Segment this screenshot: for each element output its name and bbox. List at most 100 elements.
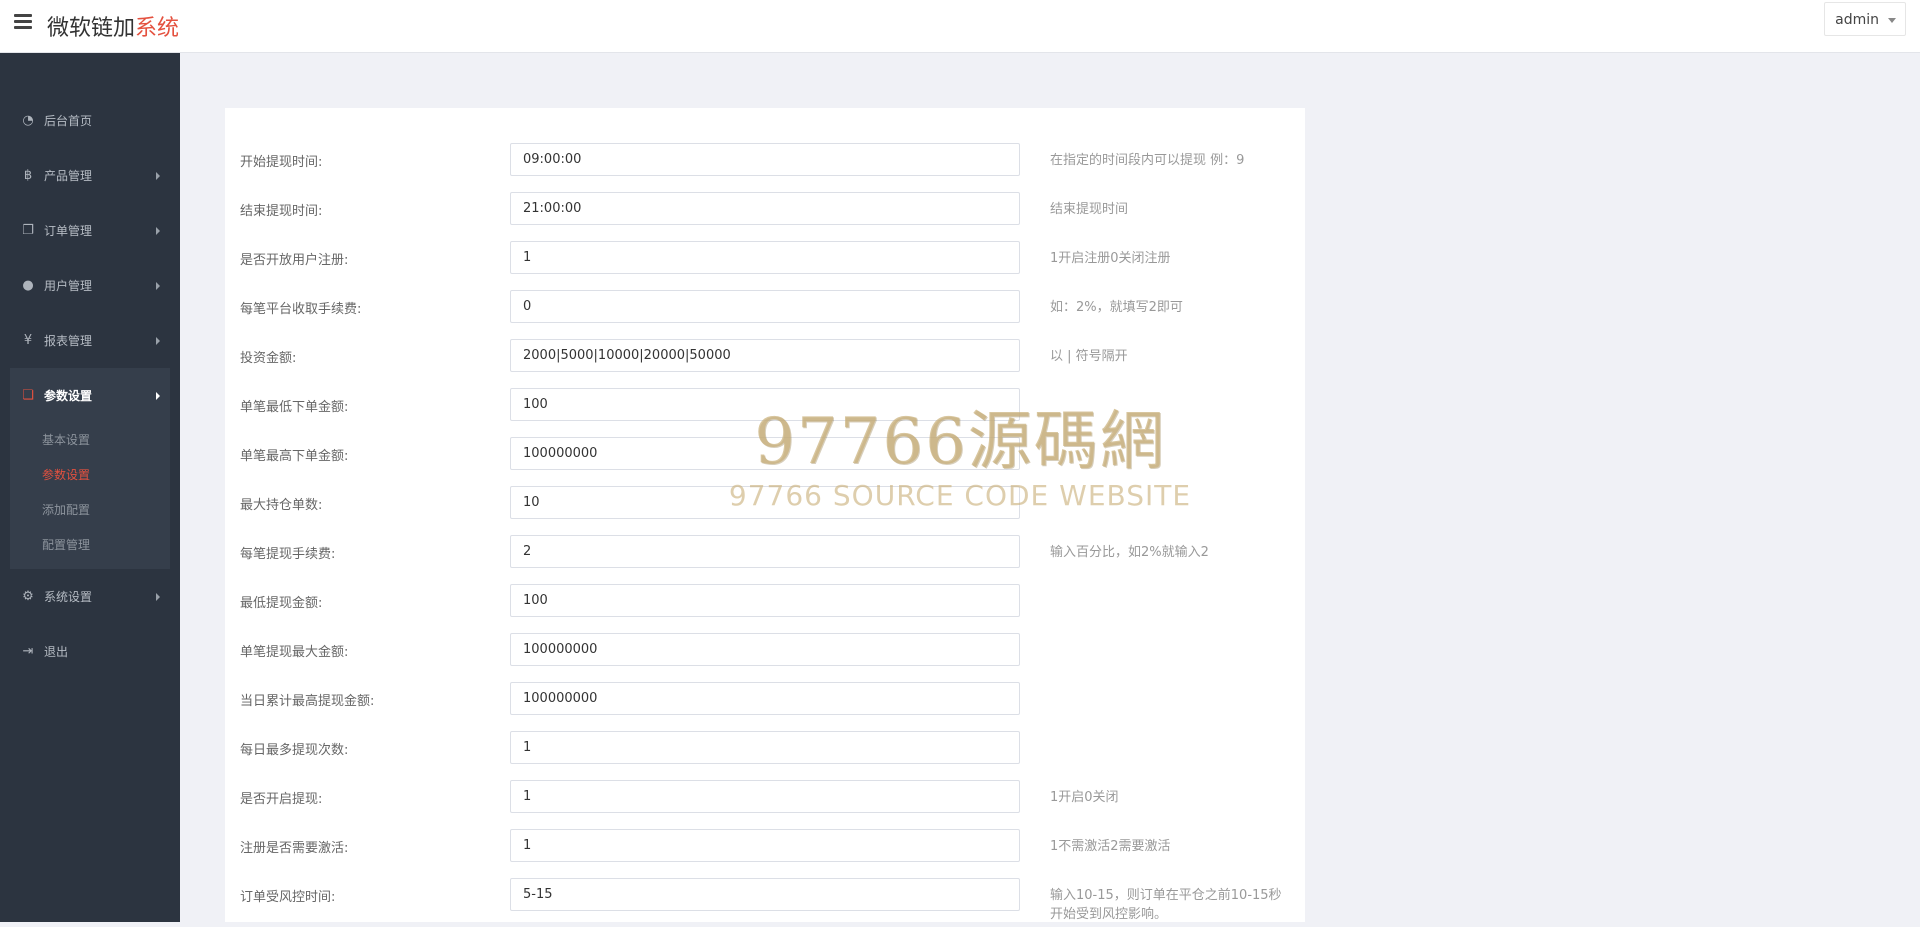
field-label: 最大持仓单数: <box>240 498 323 513</box>
sidebar-item-products[interactable]: ฿ 产品管理 <box>0 148 180 203</box>
field-label: 结束提现时间: <box>240 204 323 219</box>
form-row-daily-withdraw-count: 每日最多提现次数: <box>225 731 1305 780</box>
form-row-platform-fee: 每笔平台收取手续费: 如：2%，就填写2即可 <box>225 290 1305 339</box>
field-hint: 1不需激活2需要激活 <box>1050 839 1171 854</box>
caret-down-icon <box>1888 18 1896 23</box>
register-activation-input[interactable] <box>510 829 1020 862</box>
caret-right-icon <box>156 172 160 180</box>
caret-right-icon <box>156 593 160 601</box>
user-dropdown[interactable]: admin <box>1824 2 1906 36</box>
form-row-withdraw-start: 开始提现时间: 在指定的时间段内可以提现 例：9 <box>225 143 1305 192</box>
field-label: 是否开放用户注册: <box>240 253 349 268</box>
sidebar-item-orders[interactable]: ❐ 订单管理 <box>0 203 180 258</box>
caret-right-icon <box>156 392 160 400</box>
sidebar-item-label: 用户管理 <box>44 279 93 293</box>
submenu-add-config[interactable]: 添加配置 <box>10 493 170 528</box>
withdraw-start-time-input[interactable] <box>510 143 1020 176</box>
dashboard-icon: ◔ <box>22 113 34 128</box>
sidebar-item-label: 退出 <box>44 645 69 659</box>
settings-form-panel: 开始提现时间: 在指定的时间段内可以提现 例：9 结束提现时间: 结束提现时间 … <box>225 108 1305 922</box>
sidebar-item-logout[interactable]: ⇥ 退出 <box>0 624 180 679</box>
sidebar-group-params: ❏ 参数设置 基本设置 参数设置 添加配置 配置管理 <box>10 368 170 569</box>
field-label: 每笔平台收取手续费: <box>240 302 362 317</box>
enable-withdraw-input[interactable] <box>510 780 1020 813</box>
form-row-daily-max-withdraw: 当日累计最高提现金额: <box>225 682 1305 731</box>
withdraw-end-time-input[interactable] <box>510 192 1020 225</box>
sidebar-item-label: 系统设置 <box>44 590 93 604</box>
max-positions-input[interactable] <box>510 486 1020 519</box>
submenu-config-manage[interactable]: 配置管理 <box>10 528 170 563</box>
max-withdraw-input[interactable] <box>510 633 1020 666</box>
risk-control-time-input[interactable] <box>510 878 1020 911</box>
field-hint: 结束提现时间 <box>1050 202 1129 217</box>
field-hint: 在指定的时间段内可以提现 例：9 <box>1050 153 1245 168</box>
field-label: 单笔提现最大金额: <box>240 645 349 660</box>
field-label: 注册是否需要激活: <box>240 841 349 856</box>
user-name: admin <box>1835 12 1879 28</box>
form-row-min-withdraw: 最低提现金额: <box>225 584 1305 633</box>
form-row-invest-amount: 投资金额: 以 | 符号隔开 <box>225 339 1305 388</box>
sidebar-item-dashboard[interactable]: ◔ 后台首页 <box>0 93 180 148</box>
sidebar-item-label: 订单管理 <box>44 224 93 238</box>
form-row-min-order: 单笔最低下单金额: <box>225 388 1305 437</box>
form-row-max-order: 单笔最高下单金额: <box>225 437 1305 486</box>
field-label: 单笔最高下单金额: <box>240 449 349 464</box>
field-label: 开始提现时间: <box>240 155 323 170</box>
gears-icon: ⚙ <box>22 589 34 604</box>
field-label: 单笔最低下单金额: <box>240 400 349 415</box>
caret-right-icon <box>156 227 160 235</box>
field-label: 当日累计最高提现金额: <box>240 694 375 709</box>
sign-out-icon: ⇥ <box>22 644 34 659</box>
form-row-withdraw-end: 结束提现时间: 结束提现时间 <box>225 192 1305 241</box>
field-label: 每日最多提现次数: <box>240 743 349 758</box>
sidebar: ◔ 后台首页 ฿ 产品管理 ❐ 订单管理 ● 用户管理 ¥ 报表管理 ❏ 参数设… <box>0 53 180 922</box>
open-register-input[interactable] <box>510 241 1020 274</box>
bitcoin-icon: ฿ <box>23 168 33 183</box>
caret-right-icon <box>156 282 160 290</box>
platform-fee-input[interactable] <box>510 290 1020 323</box>
sidebar-submenu: 基本设置 参数设置 添加配置 配置管理 <box>10 423 170 569</box>
brand-accent: 系统 <box>135 16 180 41</box>
submenu-param-settings[interactable]: 参数设置 <box>10 458 170 493</box>
sidebar-item-system[interactable]: ⚙ 系统设置 <box>0 569 180 624</box>
min-order-amount-input[interactable] <box>510 388 1020 421</box>
field-hint: 以 | 符号隔开 <box>1050 349 1128 364</box>
brand-main: 微软链加 <box>47 16 136 41</box>
form-row-max-withdraw: 单笔提现最大金额: <box>225 633 1305 682</box>
submenu-basic-settings[interactable]: 基本设置 <box>10 423 170 458</box>
top-header: 微软链加系统 admin <box>0 0 1920 53</box>
copy-icon: ❐ <box>22 223 34 238</box>
field-hint: 输入10-15，则订单在平仓之前10-15秒开始受到风控影响。 <box>1050 888 1282 922</box>
form-row-risk-control-time: 订单受风控时间: 输入10-15，则订单在平仓之前10-15秒开始受到风控影响。 <box>225 878 1305 927</box>
menu-toggle-icon[interactable] <box>14 14 32 30</box>
sidebar-item-label: 参数设置 <box>44 389 93 403</box>
field-hint: 1开启注册0关闭注册 <box>1050 251 1171 266</box>
yen-icon: ¥ <box>23 333 33 348</box>
caret-right-icon <box>156 337 160 345</box>
field-label: 订单受风控时间: <box>240 890 336 905</box>
field-label: 最低提现金额: <box>240 596 323 611</box>
form-row-enable-withdraw: 是否开启提现: 1开启0关闭 <box>225 780 1305 829</box>
field-hint: 1开启0关闭 <box>1050 790 1119 805</box>
max-order-amount-input[interactable] <box>510 437 1020 470</box>
field-label: 是否开启提现: <box>240 792 323 807</box>
form-row-withdraw-fee: 每笔提现手续费: 输入百分比，如2%就输入2 <box>225 535 1305 584</box>
daily-withdraw-count-input[interactable] <box>510 731 1020 764</box>
field-label: 投资金额: <box>240 351 297 366</box>
form-row-max-positions: 最大持仓单数: <box>225 486 1305 535</box>
daily-max-withdraw-input[interactable] <box>510 682 1020 715</box>
invest-amount-input[interactable] <box>510 339 1020 372</box>
files-icon: ❏ <box>22 388 34 403</box>
user-icon: ● <box>22 278 34 293</box>
sidebar-item-label: 报表管理 <box>44 334 93 348</box>
sidebar-item-params[interactable]: ❏ 参数设置 <box>10 368 170 423</box>
field-hint: 如：2%，就填写2即可 <box>1050 300 1183 315</box>
sidebar-item-label: 产品管理 <box>44 169 93 183</box>
min-withdraw-input[interactable] <box>510 584 1020 617</box>
sidebar-item-reports[interactable]: ¥ 报表管理 <box>0 313 180 368</box>
field-hint: 输入百分比，如2%就输入2 <box>1050 545 1209 560</box>
sidebar-item-label: 后台首页 <box>44 114 93 128</box>
withdraw-fee-input[interactable] <box>510 535 1020 568</box>
sidebar-item-users[interactable]: ● 用户管理 <box>0 258 180 313</box>
form-row-open-register: 是否开放用户注册: 1开启注册0关闭注册 <box>225 241 1305 290</box>
